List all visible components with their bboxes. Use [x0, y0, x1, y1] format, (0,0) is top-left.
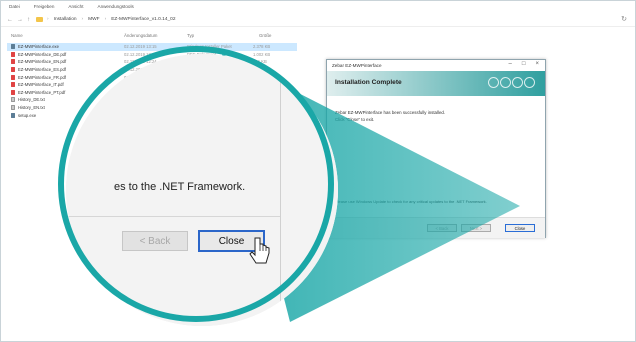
column-date[interactable]: Änderungsdatum	[124, 33, 157, 38]
breadcrumb-separator: ›	[81, 17, 84, 22]
installer-banner: Installation Complete	[327, 71, 545, 96]
installer-dialog: Zebar EZ-MWPinterface – □ × Installation…	[326, 59, 546, 238]
net-framework-note: Please use Windows Update to check for a…	[335, 199, 487, 204]
pdf-file-icon	[11, 89, 15, 95]
installer-body: Zebar EZ-MWPinterface has been successfu…	[335, 109, 445, 123]
file-size: 2.378 KB	[253, 44, 271, 50]
menu-view[interactable]: Ansicht	[68, 4, 83, 9]
close-button[interactable]: Close	[505, 224, 535, 232]
maximize-icon[interactable]: □	[522, 61, 526, 67]
next-button[interactable]: Next >	[461, 224, 491, 232]
application-icon	[11, 112, 15, 118]
column-size[interactable]: Größe	[259, 33, 271, 38]
breadcrumb-separator: ›	[104, 17, 107, 22]
minimize-icon[interactable]: –	[509, 61, 512, 67]
breadcrumb-version-folder[interactable]: EZ-MWPinterface_v1.0.14_02	[111, 17, 175, 22]
magnifier-ring	[58, 46, 334, 322]
pdf-file-icon	[11, 67, 15, 73]
menu-app-tools[interactable]: Anwendungstools	[98, 4, 134, 9]
folder-icon	[36, 17, 43, 22]
close-icon[interactable]: ×	[535, 61, 539, 67]
installer-titlebar: Zebar EZ-MWPinterface – □ ×	[327, 60, 545, 70]
back-button[interactable]: < Back	[427, 224, 457, 232]
installer-title: Zebar EZ-MWPinterface	[332, 62, 382, 68]
menu-bar: Datei Freigeben Ansicht Anwendungstools	[1, 1, 635, 11]
column-headers: Name Änderungsdatum Typ Größe	[11, 33, 293, 41]
installer-footer: < Back Next > Close	[327, 217, 545, 238]
column-type[interactable]: Typ	[187, 33, 194, 38]
column-name[interactable]: Name	[11, 33, 23, 38]
file-date: 02.12.2019 13:15	[124, 44, 157, 50]
exit-hint: Click "Close" to exit.	[335, 117, 375, 122]
installer-heading: Installation Complete	[335, 79, 402, 86]
window-controls: – □ ×	[509, 61, 539, 67]
pdf-file-icon	[11, 59, 15, 65]
file-name: EZ-MWPinterface.exe	[18, 44, 59, 50]
brand-logo-icon	[488, 77, 535, 88]
forward-arrow-icon[interactable]: →	[17, 17, 23, 23]
mouse-cursor-icon	[249, 237, 270, 264]
address-bar[interactable]: ← → ↑ › Installation › MWF › EZ-MWPinter…	[1, 13, 635, 27]
success-message: Zebar EZ-MWPinterface has been successfu…	[335, 110, 446, 115]
pdf-file-icon	[11, 74, 15, 80]
pdf-file-icon	[11, 82, 15, 88]
application-icon	[11, 44, 15, 50]
breadcrumb-separator: ›	[47, 17, 49, 22]
refresh-icon[interactable]: ↻	[621, 15, 627, 23]
up-arrow-icon[interactable]: ↑	[27, 17, 30, 23]
back-arrow-icon[interactable]: ←	[7, 17, 13, 23]
breadcrumb-installation[interactable]: Installation	[54, 17, 77, 22]
menu-file[interactable]: Datei	[9, 4, 20, 9]
menu-share[interactable]: Freigeben	[34, 4, 55, 9]
pdf-file-icon	[11, 51, 15, 57]
breadcrumb-mwf[interactable]: MWF	[88, 17, 99, 22]
text-file-icon	[11, 97, 15, 103]
file-row[interactable]: EZ-MWPinterface.exe 02.12.2019 13:15 Windo…	[7, 43, 297, 51]
nav-buttons: ← → ↑	[7, 17, 30, 23]
text-file-icon	[11, 105, 15, 111]
